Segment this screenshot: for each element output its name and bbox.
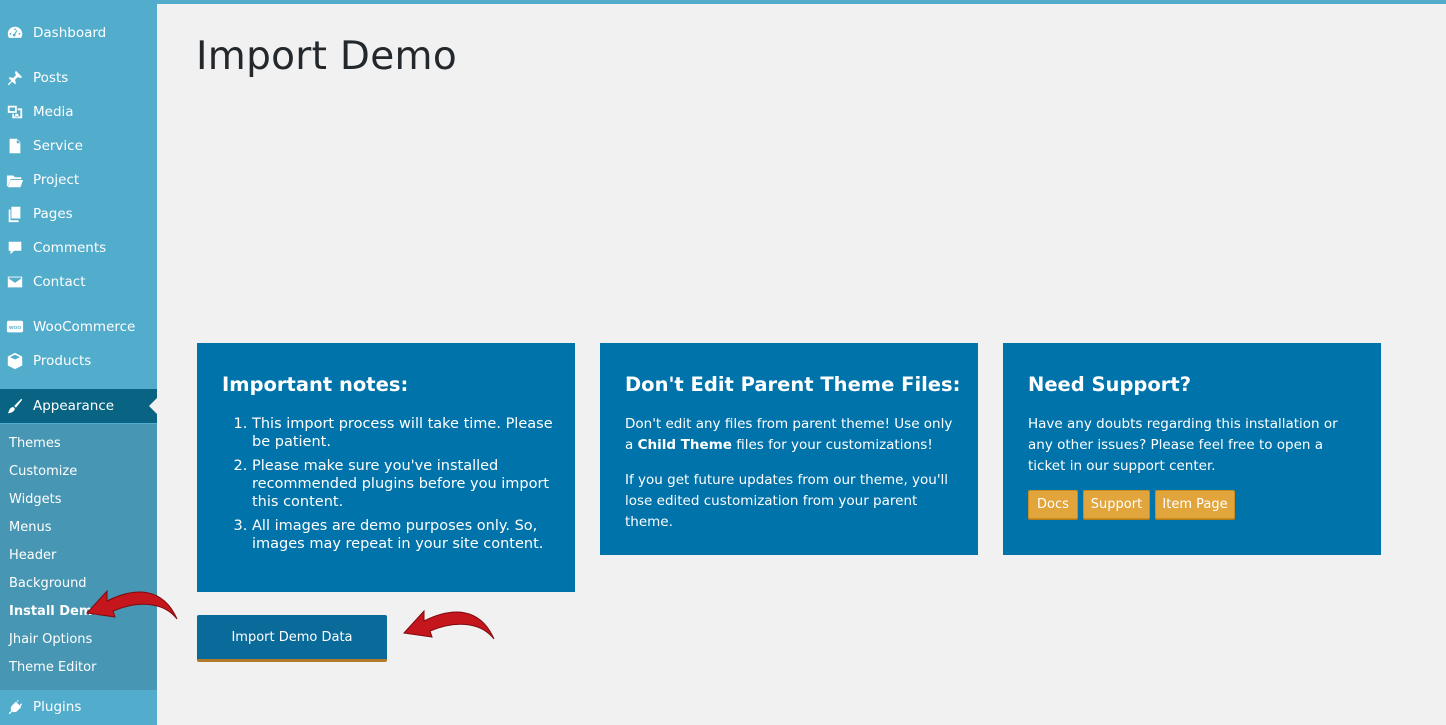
sidebar-item-posts[interactable]: Posts (0, 61, 157, 95)
support-button[interactable]: Support (1083, 490, 1150, 519)
notes-list: This import process will take time. Plea… (252, 415, 562, 559)
submenu-background[interactable]: Background (9, 576, 87, 591)
item-page-button[interactable]: Item Page (1155, 490, 1235, 519)
document-icon (5, 136, 25, 156)
docs-button[interactable]: Docs (1028, 490, 1078, 519)
pages-icon (5, 204, 25, 224)
sidebar-item-label: Posts (33, 70, 69, 86)
submenu-jhair-options[interactable]: Jhair Options (9, 632, 92, 647)
pointer-arrow-icon (85, 589, 178, 620)
sidebar-item-media[interactable]: Media (0, 95, 157, 129)
sidebar-item-plugins[interactable]: Plugins (0, 690, 157, 724)
media-icon (5, 102, 25, 122)
important-notes-card: Important notes: This import process wil… (197, 343, 575, 592)
list-item: Please make sure you've installed recomm… (252, 457, 562, 511)
submenu-menus[interactable]: Menus (9, 520, 51, 535)
list-item: All images are demo purposes only. So, i… (252, 517, 562, 553)
sidebar-item-label: Products (33, 353, 92, 369)
sidebar-item-label: Dashboard (33, 25, 107, 41)
sidebar-item-label: Service (33, 138, 83, 154)
card-text: If you get future updates from our theme… (625, 472, 949, 530)
submenu-customize[interactable]: Customize (9, 464, 77, 479)
sidebar-item-contact[interactable]: Contact (0, 265, 157, 299)
dashboard-icon (5, 23, 25, 43)
submenu-theme-editor[interactable]: Theme Editor (9, 660, 96, 675)
submenu-header[interactable]: Header (9, 548, 56, 563)
sidebar-item-products[interactable]: Products (0, 344, 157, 378)
sidebar-item-label: Plugins (33, 699, 82, 715)
submenu-widgets[interactable]: Widgets (9, 492, 62, 507)
card-text: Have any doubts regarding this installat… (1028, 416, 1338, 474)
sidebar-item-project[interactable]: Project (0, 163, 157, 197)
sidebar-item-label: Comments (33, 240, 107, 256)
plug-icon (5, 697, 25, 717)
comment-icon (5, 238, 25, 258)
import-demo-data-button[interactable]: Import Demo Data (197, 615, 387, 662)
sidebar-item-label: Contact (33, 274, 86, 290)
sidebar-item-dashboard[interactable]: Dashboard (0, 16, 157, 50)
sidebar-item-appearance[interactable]: Appearance (0, 389, 157, 423)
parent-theme-card: Don't Edit Parent Theme Files: Don't edi… (600, 343, 978, 555)
page-title: Import Demo (196, 34, 458, 79)
pointer-arrow-icon (402, 609, 495, 640)
sidebar-item-comments[interactable]: Comments (0, 231, 157, 265)
card-text: Don't edit any files from parent theme! … (625, 414, 960, 456)
text-segment: files for your customizations! (731, 437, 933, 453)
folder-icon (5, 170, 25, 190)
woo-icon-text: WOO (9, 325, 22, 331)
sidebar-item-label: WooCommerce (33, 319, 136, 335)
envelope-icon (5, 272, 25, 292)
list-item: This import process will take time. Plea… (252, 415, 562, 451)
card-title: Need Support? (1028, 373, 1192, 396)
card-title: Don't Edit Parent Theme Files: (625, 373, 961, 396)
appearance-submenu: Themes Customize Widgets Menus Header Ba… (0, 424, 157, 690)
brush-icon (5, 396, 25, 416)
sidebar-item-label: Appearance (33, 398, 115, 414)
sidebar-item-label: Media (33, 104, 74, 120)
submenu-themes[interactable]: Themes (9, 436, 61, 451)
card-title: Important notes: (222, 373, 409, 396)
sidebar-item-woocommerce[interactable]: WOO WooCommerce (0, 310, 157, 344)
box-icon (5, 351, 25, 371)
pin-icon (5, 68, 25, 88)
sidebar-item-pages[interactable]: Pages (0, 197, 157, 231)
sidebar-item-service[interactable]: Service (0, 129, 157, 163)
woo-icon: WOO (5, 317, 25, 337)
child-theme-bold: Child Theme (637, 437, 732, 453)
main-content: Import Demo Important notes: This import… (157, 0, 1446, 725)
support-card: Need Support? Have any doubts regarding … (1003, 343, 1381, 555)
sidebar-item-label: Project (33, 172, 80, 188)
sidebar-item-label: Pages (33, 206, 73, 222)
